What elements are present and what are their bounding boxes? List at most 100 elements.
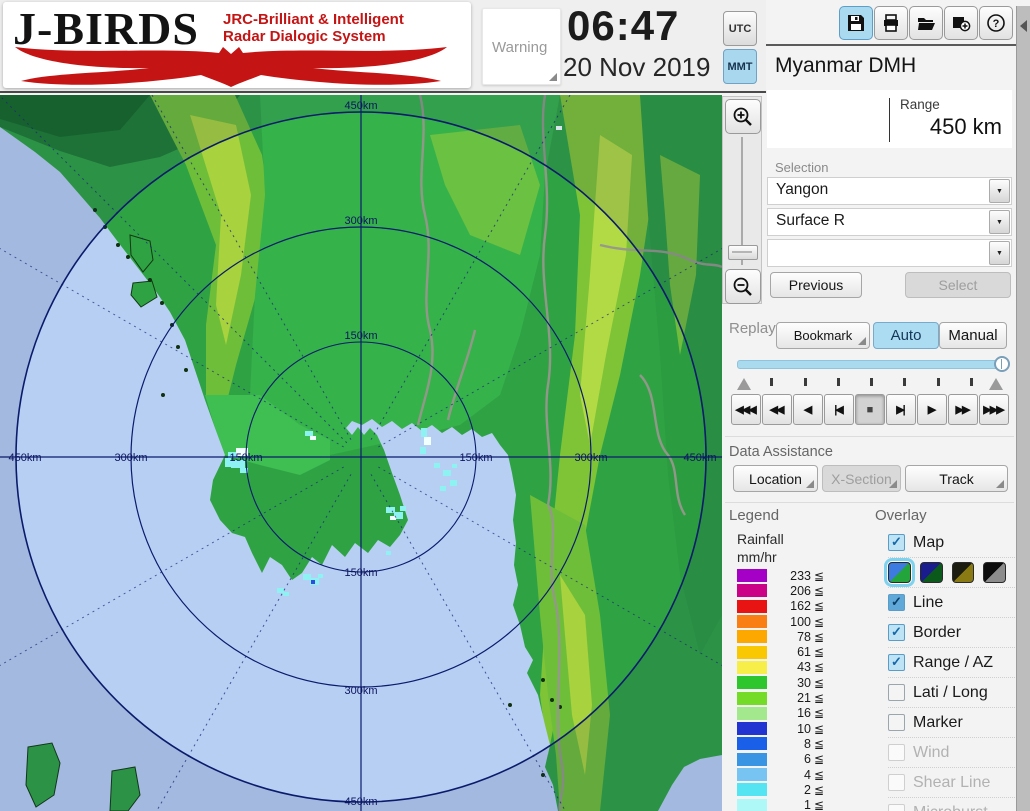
legend-value: 43 [767,660,811,674]
legend-value: 206 [767,584,811,598]
select-button[interactable]: Select [905,272,1011,298]
range-box: Range 450 km [767,90,1012,148]
legend-value: 162 [767,599,811,613]
slider-tick [837,378,840,386]
checkbox[interactable] [888,624,905,641]
folder-icon [916,13,936,33]
checkbox[interactable] [888,714,905,731]
rewind-button[interactable]: ◀◀ [762,394,792,425]
map-scheme-swatch-4[interactable] [983,562,1006,583]
auto-button[interactable]: Auto [873,322,939,349]
fastest-forward-button[interactable]: ▶▶▶ [979,394,1009,425]
legend-row: 8≦ [737,736,824,751]
overlay-item-label: Wind [913,744,949,762]
checkbox[interactable] [888,804,905,811]
legend-scale: 233≦206≦162≦100≦78≦61≦43≦30≦21≦16≦10≦8≦6… [737,568,824,811]
bookmark-button[interactable]: Bookmark [776,322,870,349]
slider-bound-marker[interactable] [737,378,751,390]
rain-echo [386,507,395,513]
checkbox[interactable] [888,744,905,761]
manual-button[interactable]: Manual [939,322,1007,349]
floppy-icon [846,13,866,33]
warning-button[interactable]: Warning [482,8,561,85]
legend-swatch [737,783,767,796]
legend-operator: ≦ [814,798,824,811]
legend-operator: ≦ [814,722,824,736]
utc-button[interactable]: UTC [723,11,757,46]
slider-bound-marker[interactable] [989,378,1003,390]
zoom-out-button[interactable] [725,269,761,304]
save-button[interactable] [839,6,873,40]
overlay-item-label: Line [913,594,943,612]
chevron-down-icon[interactable]: ▼ [989,179,1010,203]
slider-tick [804,378,807,386]
chevron-down-icon[interactable]: ▼ [989,241,1010,265]
rain-echo [310,436,316,440]
legend-row: 10≦ [737,721,824,736]
station-dropdown[interactable]: Yangon ▼ [767,177,1012,205]
play-forward-button[interactable]: ▶ [917,394,947,425]
rain-echo [420,447,426,454]
new-window-button[interactable] [944,6,978,40]
legend-row: 78≦ [737,629,824,644]
legend-label: Legend [729,507,779,524]
help-icon: ? [986,13,1006,33]
open-folder-button[interactable] [909,6,943,40]
map-color-schemes [888,558,1015,588]
zoom-slider-thumb[interactable] [728,245,758,260]
fast-rewind-button[interactable]: ◀◀◀ [731,394,761,425]
overlay-item-map[interactable]: Map [888,528,1015,558]
play-backward-button[interactable]: ◀ [793,394,823,425]
zoom-in-button[interactable] [725,99,761,134]
step-backward-button[interactable]: |◀ [824,394,854,425]
checkbox[interactable] [888,654,905,671]
overlay-item-microburst[interactable]: Microburst [888,798,1015,811]
overlay-item-label: Map [913,534,944,552]
replay-slider-thumb[interactable] [994,356,1010,372]
rain-echo [424,437,431,445]
chevron-down-icon[interactable]: ▼ [989,210,1010,234]
checkbox[interactable] [888,534,905,551]
location-button[interactable]: Location [733,465,818,492]
map-scheme-swatch-1[interactable] [888,562,911,583]
legend-value: 4 [767,768,811,782]
right-panel-bottom: Replay Bookmark Auto Manual ◀◀◀◀◀◀|◀■▶|▶… [723,308,1016,811]
help-button[interactable]: ? [979,6,1013,40]
legend-operator: ≦ [814,599,824,613]
legend-value: 100 [767,615,811,629]
x-section-button[interactable]: X-Section [822,465,901,492]
checkbox[interactable] [888,774,905,791]
option-dropdown[interactable]: ▼ [767,239,1012,267]
rain-echo [421,428,427,437]
overlay-item-range-az[interactable]: Range / AZ [888,648,1015,678]
rain-echo [440,486,446,491]
checkbox[interactable] [888,594,905,611]
map-scheme-swatch-3[interactable] [952,562,975,583]
previous-button[interactable]: Previous [770,272,862,298]
overlay-item-lati-long[interactable]: Lati / Long [888,678,1015,708]
range-divider [889,98,890,142]
stop-button[interactable]: ■ [855,394,885,425]
replay-slider[interactable] [737,360,1003,369]
overlay-item-wind[interactable]: Wind [888,738,1015,768]
step-forward-button[interactable]: ▶| [886,394,916,425]
legend-swatch [737,799,767,811]
radar-map[interactable]: 450km300km150km150km300km450km450km300km… [0,95,722,811]
checkbox[interactable] [888,684,905,701]
overlay-item-line[interactable]: Line [888,588,1015,618]
print-button[interactable] [874,6,908,40]
legend-operator: ≦ [814,706,824,720]
fast-forward-button[interactable]: ▶▶ [948,394,978,425]
legend-operator: ≦ [814,768,824,782]
panel-collapse-strip[interactable] [1016,6,1030,811]
product-dropdown[interactable]: Surface R ▼ [767,208,1012,236]
legend-row: 100≦ [737,614,824,629]
overlay-item-border[interactable]: Border [888,618,1015,648]
range-ring-label: 450km [344,100,377,112]
overlay-item-marker[interactable]: Marker [888,708,1015,738]
map-scheme-swatch-2[interactable] [920,562,943,583]
mmt-button[interactable]: MMT [723,49,757,84]
track-button[interactable]: Track [905,465,1008,492]
overlay-item-shear-line[interactable]: Shear Line [888,768,1015,798]
playback-controls: ◀◀◀◀◀◀|◀■▶|▶▶▶▶▶▶ [731,394,1010,425]
